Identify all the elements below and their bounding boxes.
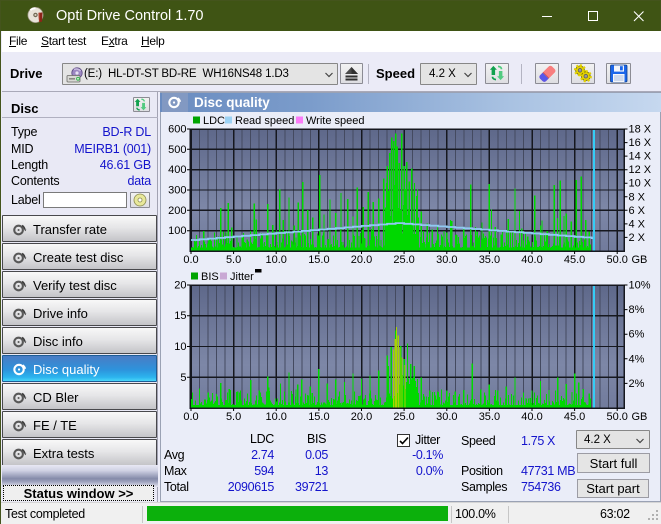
svg-text:GB: GB bbox=[632, 411, 648, 423]
svg-text:25.0: 25.0 bbox=[393, 411, 414, 423]
svg-text:30.0: 30.0 bbox=[436, 411, 457, 423]
svg-text:BIS: BIS bbox=[201, 271, 219, 283]
svg-text:25.0: 25.0 bbox=[393, 254, 414, 266]
svg-text:6 X: 6 X bbox=[629, 205, 646, 217]
svg-text:5: 5 bbox=[180, 372, 186, 384]
svg-text:40.0: 40.0 bbox=[521, 411, 542, 423]
svg-text:18 X: 18 X bbox=[629, 124, 652, 136]
svg-text:2%: 2% bbox=[629, 378, 645, 390]
svg-text:0.0: 0.0 bbox=[183, 254, 198, 266]
svg-text:400: 400 bbox=[168, 164, 186, 176]
svg-text:15: 15 bbox=[174, 310, 186, 322]
svg-text:45.0: 45.0 bbox=[564, 254, 585, 266]
svg-text:16 X: 16 X bbox=[629, 137, 652, 149]
svg-text:300: 300 bbox=[168, 185, 186, 197]
svg-text:2 X: 2 X bbox=[629, 232, 646, 244]
svg-text:20.0: 20.0 bbox=[351, 254, 372, 266]
svg-text:LDC: LDC bbox=[203, 115, 225, 127]
svg-text:15.0: 15.0 bbox=[308, 411, 329, 423]
svg-text:4%: 4% bbox=[629, 353, 645, 365]
svg-text:35.0: 35.0 bbox=[479, 254, 500, 266]
svg-text:GB: GB bbox=[632, 254, 648, 266]
svg-text:Read speed: Read speed bbox=[235, 115, 294, 127]
svg-text:20.0: 20.0 bbox=[351, 411, 372, 423]
svg-text:8 X: 8 X bbox=[629, 191, 646, 203]
svg-text:14 X: 14 X bbox=[629, 151, 652, 163]
svg-text:200: 200 bbox=[168, 205, 186, 217]
svg-text:8%: 8% bbox=[629, 304, 645, 316]
svg-text:600: 600 bbox=[168, 124, 186, 136]
svg-text:500: 500 bbox=[168, 144, 186, 156]
svg-text:50.0: 50.0 bbox=[606, 254, 627, 266]
svg-text:40.0: 40.0 bbox=[521, 254, 542, 266]
svg-text:10.0: 10.0 bbox=[265, 254, 286, 266]
svg-text:100: 100 bbox=[168, 225, 186, 237]
svg-text:6%: 6% bbox=[629, 329, 645, 341]
svg-text:0.0: 0.0 bbox=[183, 411, 198, 423]
svg-text:4 X: 4 X bbox=[629, 218, 646, 230]
svg-text:Jitter: Jitter bbox=[230, 271, 254, 283]
svg-text:5.0: 5.0 bbox=[226, 411, 241, 423]
svg-text:10%: 10% bbox=[629, 280, 651, 292]
svg-text:35.0: 35.0 bbox=[479, 411, 500, 423]
svg-text:10 X: 10 X bbox=[629, 178, 652, 190]
svg-text:50.0: 50.0 bbox=[606, 411, 627, 423]
svg-text:30.0: 30.0 bbox=[436, 254, 457, 266]
svg-text:15.0: 15.0 bbox=[308, 254, 329, 266]
svg-text:10: 10 bbox=[174, 341, 186, 353]
svg-text:12 X: 12 X bbox=[629, 164, 652, 176]
svg-text:20: 20 bbox=[174, 280, 186, 292]
svg-text:Write speed: Write speed bbox=[306, 115, 365, 127]
svg-text:10.0: 10.0 bbox=[265, 411, 286, 423]
svg-text:5.0: 5.0 bbox=[226, 254, 241, 266]
svg-text:45.0: 45.0 bbox=[564, 411, 585, 423]
